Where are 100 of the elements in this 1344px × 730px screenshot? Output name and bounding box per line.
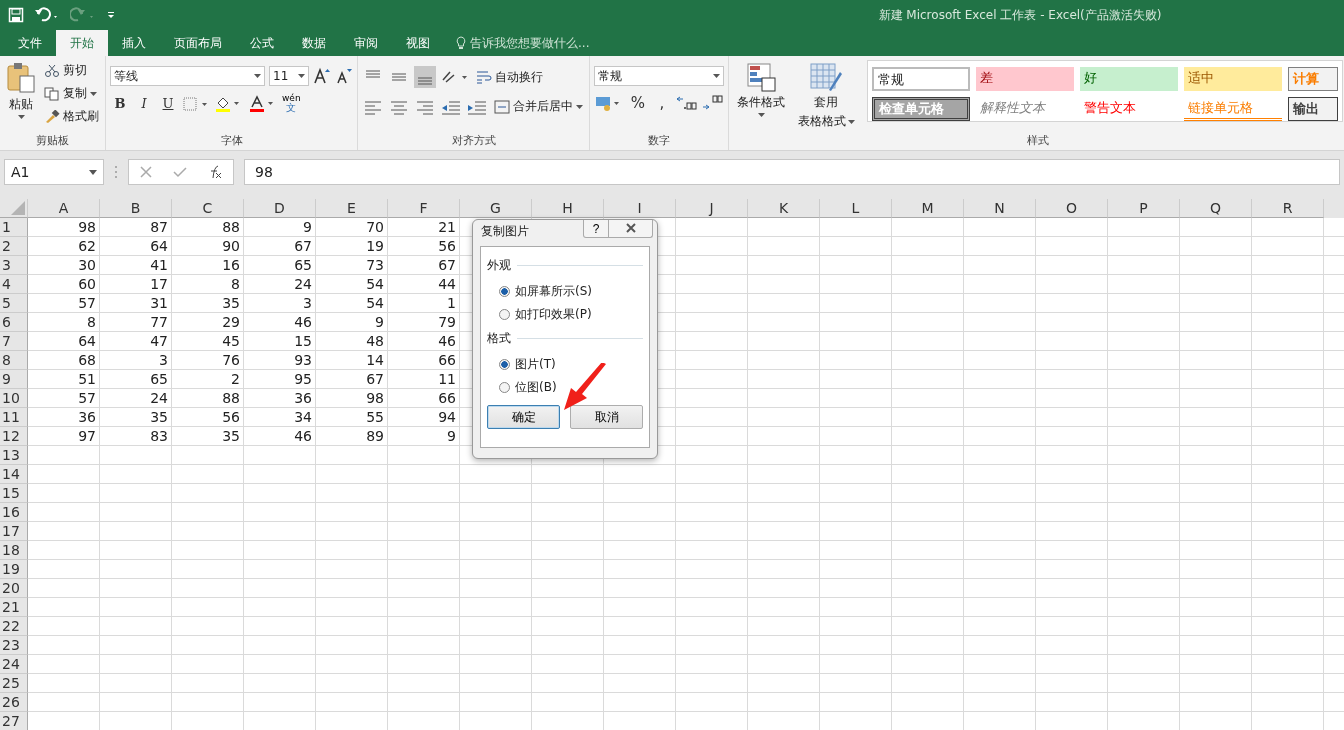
ribbon-tab[interactable]: 插入 bbox=[108, 30, 160, 56]
conditional-format-button[interactable]: 条件格式 bbox=[733, 60, 789, 132]
column-header[interactable]: G bbox=[460, 199, 532, 218]
ribbon-tab[interactable]: 页面布局 bbox=[160, 30, 236, 56]
column-header[interactable]: O bbox=[1036, 199, 1108, 218]
bold-button[interactable]: B bbox=[110, 96, 130, 111]
row-header[interactable]: 7 bbox=[0, 332, 28, 351]
row-header[interactable]: 9 bbox=[0, 370, 28, 389]
name-box[interactable]: A1 bbox=[4, 159, 104, 185]
cell-style-item[interactable]: 解释性文本 bbox=[976, 97, 1074, 121]
row-header[interactable]: 17 bbox=[0, 522, 28, 541]
decrease-decimal-icon[interactable] bbox=[702, 94, 724, 112]
row-header[interactable]: 16 bbox=[0, 503, 28, 522]
paste-button[interactable]: 粘贴 bbox=[4, 60, 38, 132]
cell-style-item[interactable]: 输出 bbox=[1288, 97, 1338, 121]
row-header[interactable]: 22 bbox=[0, 617, 28, 636]
dialog-button[interactable]: 确定 bbox=[487, 405, 560, 429]
row-header[interactable]: 1 bbox=[0, 218, 28, 237]
column-header[interactable]: K bbox=[748, 199, 820, 218]
row-header[interactable]: 15 bbox=[0, 484, 28, 503]
comma-button[interactable]: , bbox=[652, 94, 672, 112]
ribbon-tab[interactable]: 视图 bbox=[392, 30, 444, 56]
cell-style-item[interactable]: 常规 bbox=[872, 67, 970, 91]
row-header[interactable]: 8 bbox=[0, 351, 28, 370]
radio-button[interactable] bbox=[499, 382, 510, 393]
row-header[interactable]: 3 bbox=[0, 256, 28, 275]
radio-button[interactable] bbox=[499, 359, 510, 370]
column-header[interactable]: C bbox=[172, 199, 244, 218]
row-header[interactable]: 25 bbox=[0, 674, 28, 693]
row-header[interactable]: 14 bbox=[0, 465, 28, 484]
cell-style-item[interactable]: 好 bbox=[1080, 67, 1178, 91]
radio-button[interactable] bbox=[499, 286, 510, 297]
column-header[interactable]: J bbox=[676, 199, 748, 218]
cell-style-item[interactable]: 适中 bbox=[1184, 67, 1282, 91]
ribbon-tab[interactable]: 数据 bbox=[288, 30, 340, 56]
table-cell-text: 88 bbox=[221, 389, 241, 408]
row-header[interactable]: 18 bbox=[0, 541, 28, 560]
table-cell-text: 35 bbox=[221, 294, 241, 313]
row-header[interactable]: 20 bbox=[0, 579, 28, 598]
copy-button[interactable]: 复制 bbox=[42, 83, 101, 104]
column-header[interactable]: I bbox=[604, 199, 676, 218]
table-cell-text: 21 bbox=[437, 218, 457, 237]
ribbon-tab[interactable]: 文件 bbox=[4, 30, 56, 56]
column-header[interactable]: B bbox=[100, 199, 172, 218]
column-header[interactable]: L bbox=[820, 199, 892, 218]
column-header[interactable]: H bbox=[532, 199, 604, 218]
row-header[interactable]: 5 bbox=[0, 294, 28, 313]
column-header[interactable]: F bbox=[388, 199, 460, 218]
row-header[interactable]: 13 bbox=[0, 446, 28, 465]
row-header[interactable]: 26 bbox=[0, 693, 28, 712]
row-header[interactable]: 24 bbox=[0, 655, 28, 674]
help-button[interactable]: ? bbox=[583, 220, 609, 238]
caret-icon bbox=[847, 119, 855, 124]
row-header[interactable]: 12 bbox=[0, 427, 28, 446]
table-cell-text: 65 bbox=[293, 256, 313, 275]
column-header[interactable]: R bbox=[1252, 199, 1324, 218]
column-header[interactable]: M bbox=[892, 199, 964, 218]
column-header[interactable]: D bbox=[244, 199, 316, 218]
cut-button[interactable]: 剪切 bbox=[42, 60, 101, 81]
column-header[interactable]: N bbox=[964, 199, 1036, 218]
format-as-table-button[interactable]: 套用 表格格式 bbox=[793, 60, 859, 132]
row-header[interactable]: 6 bbox=[0, 313, 28, 332]
ribbon-tab[interactable]: 公式 bbox=[236, 30, 288, 56]
row-header[interactable]: 2 bbox=[0, 237, 28, 256]
column-header[interactable]: Q bbox=[1180, 199, 1252, 218]
shrink-font-icon[interactable] bbox=[335, 67, 353, 85]
tell-me-field[interactable]: 告诉我您想要做什么... bbox=[470, 36, 640, 50]
cell-style-item[interactable]: 警告文本 bbox=[1080, 97, 1178, 121]
save-icon[interactable] bbox=[8, 7, 24, 23]
row-header[interactable]: 21 bbox=[0, 598, 28, 617]
close-button[interactable] bbox=[609, 220, 653, 238]
caret-icon bbox=[298, 74, 305, 78]
font-family-dropdown[interactable]: 等线 bbox=[110, 66, 265, 86]
column-header[interactable]: E bbox=[316, 199, 388, 218]
italic-button[interactable]: I bbox=[134, 96, 154, 111]
column-header[interactable]: A bbox=[28, 199, 100, 218]
formula-field[interactable]: 98 bbox=[244, 159, 1340, 185]
merge-center-button[interactable]: 合并后居中 bbox=[492, 96, 585, 117]
underline-button[interactable]: U bbox=[158, 96, 178, 111]
phonetic-button[interactable]: wén 文 bbox=[282, 94, 301, 113]
increase-decimal-icon[interactable] bbox=[676, 94, 698, 112]
number-format-dropdown[interactable]: 常规 bbox=[594, 66, 724, 86]
ribbon-tab[interactable]: 审阅 bbox=[340, 30, 392, 56]
font-size-dropdown[interactable]: 11 bbox=[269, 66, 309, 86]
row-header[interactable]: 11 bbox=[0, 408, 28, 427]
row-header[interactable]: 10 bbox=[0, 389, 28, 408]
column-header[interactable]: P bbox=[1108, 199, 1180, 218]
wrap-text-button[interactable]: 自动换行 bbox=[474, 66, 545, 88]
radio-button[interactable] bbox=[499, 309, 510, 320]
percent-button[interactable]: % bbox=[628, 94, 648, 112]
dialog-button[interactable]: 取消 bbox=[570, 405, 643, 429]
ribbon-tab[interactable]: 开始 bbox=[56, 30, 108, 56]
row-header[interactable]: 4 bbox=[0, 275, 28, 294]
row-header[interactable]: 19 bbox=[0, 560, 28, 579]
format-painter-button[interactable]: 格式刷 bbox=[42, 106, 101, 127]
undo-icon[interactable] bbox=[34, 7, 60, 23]
grow-font-icon[interactable] bbox=[313, 67, 331, 85]
row-header[interactable]: 27 bbox=[0, 712, 28, 730]
cell-style-item[interactable]: 差 bbox=[976, 67, 1074, 91]
row-header[interactable]: 23 bbox=[0, 636, 28, 655]
